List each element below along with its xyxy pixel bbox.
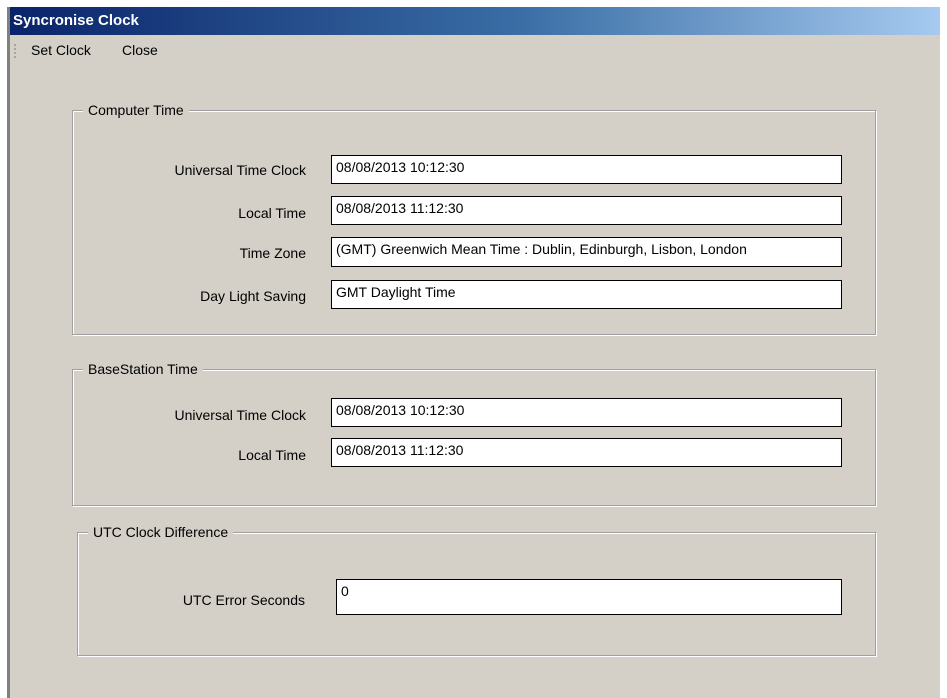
computer-utc-field[interactable]: 08/08/2013 10:12:30 (331, 155, 842, 184)
computer-utc-label: Universal Time Clock (174, 162, 306, 178)
basestation-utc-label: Universal Time Clock (174, 407, 306, 423)
computer-local-time-label: Local Time (238, 205, 306, 221)
menu-bar: Set Clock Close (10, 35, 940, 65)
daylight-saving-field[interactable]: GMT Daylight Time (331, 280, 842, 309)
basestation-local-time-label: Local Time (238, 447, 306, 463)
basestation-time-legend: BaseStation Time (83, 360, 203, 378)
toolbar-grip-icon[interactable] (14, 43, 16, 59)
basestation-local-time-field[interactable]: 08/08/2013 11:12:30 (331, 438, 842, 467)
window-title: Syncronise Clock (10, 7, 940, 35)
computer-local-time-field[interactable]: 08/08/2013 11:12:30 (331, 196, 842, 225)
basestation-time-group: BaseStation Time Universal Time Clock 08… (72, 360, 876, 506)
close-menu-item[interactable]: Close (122, 35, 158, 65)
utc-error-seconds-field[interactable]: 0 (336, 579, 842, 615)
basestation-utc-field[interactable]: 08/08/2013 10:12:30 (331, 398, 842, 427)
utc-error-seconds-label: UTC Error Seconds (182, 592, 305, 608)
set-clock-menu-item[interactable]: Set Clock (31, 35, 91, 65)
computer-time-legend: Computer Time (83, 101, 189, 119)
time-zone-label: Time Zone (239, 245, 306, 261)
time-zone-field[interactable]: (GMT) Greenwich Mean Time : Dublin, Edin… (331, 237, 842, 267)
computer-time-group: Computer Time Universal Time Clock 08/08… (72, 101, 876, 335)
utc-clock-difference-group: UTC Clock Difference UTC Error Seconds 0 (77, 523, 876, 656)
daylight-saving-label: Day Light Saving (200, 288, 306, 304)
syncronise-clock-window: Syncronise Clock Set Clock Close Compute… (7, 7, 940, 698)
utc-clock-difference-legend: UTC Clock Difference (88, 523, 234, 541)
